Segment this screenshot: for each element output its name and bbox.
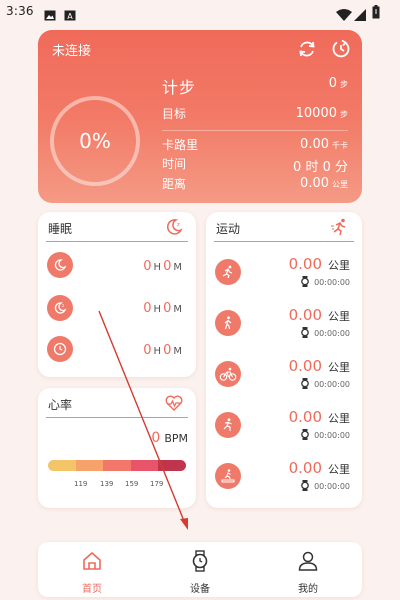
- status-time: 3:36: [6, 4, 34, 18]
- heartbeat-icon: [164, 393, 184, 413]
- zone-5: [158, 460, 186, 471]
- app-notification-icon: A: [64, 6, 76, 25]
- sport-row-4-value: 0.00 公里: [288, 408, 350, 426]
- zone-tick: 139: [100, 480, 114, 488]
- walk-sport-icon: [215, 310, 241, 336]
- zone-tick: 159: [125, 480, 139, 488]
- sport-title: 运动: [216, 222, 241, 236]
- watch-icon: [301, 480, 309, 493]
- awake-clock-icon: [47, 336, 73, 362]
- moon-icon: z: [164, 217, 184, 237]
- distance-label: 距离: [162, 177, 187, 191]
- sleep-card[interactable]: 睡眠 z 0H0M z 0H0M 0H0M: [38, 212, 196, 377]
- heart-rate-card[interactable]: 心率 0 BPM 119 139 159 179: [38, 388, 196, 508]
- battery-icon: [372, 4, 380, 23]
- title-underline: [46, 241, 188, 242]
- home-icon: [83, 552, 101, 570]
- running-icon: [330, 217, 350, 237]
- heart-rate-zone-bar: [48, 460, 186, 471]
- nav-home-label: 首页: [82, 584, 102, 595]
- sport-card[interactable]: 运动 0.00 公里 00:00:00 0.00 公里 00:00:00 0.00 公…: [206, 212, 362, 508]
- image-notification-icon: [44, 6, 56, 25]
- watch-device-icon: [192, 550, 208, 572]
- progress-percent: 0%: [79, 129, 111, 153]
- heart-rate-title: 心率: [48, 398, 73, 412]
- connection-status: 未连接: [52, 44, 92, 59]
- treadmill-sport-icon: [215, 463, 241, 489]
- title-underline: [214, 241, 354, 242]
- zone-3: [103, 460, 131, 471]
- watch-icon: [301, 327, 309, 340]
- nav-device[interactable]: 设备: [170, 548, 230, 595]
- divider: [162, 130, 348, 131]
- calories-label: 卡路里: [162, 138, 199, 152]
- history-button[interactable]: [330, 38, 352, 60]
- goal-value: 10000 步: [295, 106, 348, 121]
- svg-text:A: A: [67, 12, 73, 21]
- steps-value: 0步: [328, 76, 348, 91]
- nav-profile[interactable]: 我的: [278, 548, 338, 595]
- sleep-row-2-value: 0H0M: [143, 301, 182, 316]
- run-sport-icon: [215, 259, 241, 285]
- time-value: 0 时 0 分: [293, 160, 348, 175]
- sport-row-3-duration: 00:00:00: [301, 378, 350, 391]
- goal-label: 目标: [162, 107, 187, 121]
- nav-device-label: 设备: [190, 584, 210, 595]
- svg-text:z: z: [177, 222, 180, 228]
- deep-sleep-icon: [47, 252, 73, 278]
- sport-row-1-duration: 00:00:00: [301, 276, 350, 289]
- step-summary-card: 未连接 0% 计步 0步 目标 10000 步 卡路里 0.00 千卡 时间 0 时…: [38, 30, 362, 203]
- sync-button[interactable]: [296, 38, 318, 60]
- sleep-row-1-value: 0H0M: [143, 259, 182, 274]
- sport-row-5-duration: 00:00:00: [301, 480, 350, 493]
- wifi-icon: [336, 6, 352, 25]
- watch-icon: [301, 429, 309, 442]
- heart-rate-value: 0 BPM: [151, 430, 188, 446]
- bottom-navigation: 首页 设备 我的: [38, 542, 362, 597]
- sport-row-4-duration: 00:00:00: [301, 429, 350, 442]
- distance-value: 0.00 公里: [300, 176, 348, 191]
- climb-sport-icon: [215, 412, 241, 438]
- sport-row-5-value: 0.00 公里: [288, 459, 350, 477]
- sport-row-2-duration: 00:00:00: [301, 327, 350, 340]
- nav-profile-label: 我的: [298, 584, 318, 595]
- zone-2: [75, 460, 104, 471]
- zone-1: [48, 460, 76, 471]
- light-sleep-icon: z: [47, 295, 73, 321]
- user-icon: [298, 551, 318, 571]
- svg-text:z: z: [62, 303, 64, 308]
- cycling-sport-icon: [215, 361, 241, 387]
- nav-home[interactable]: 首页: [62, 548, 122, 595]
- zone-tick: 179: [150, 480, 164, 488]
- zone-4: [130, 460, 159, 471]
- clock-arrow-icon: [332, 39, 350, 58]
- refresh-icon: [299, 41, 315, 57]
- sport-row-1-value: 0.00 公里: [288, 255, 350, 273]
- zone-tick: 119: [74, 480, 88, 488]
- sport-row-2-value: 0.00 公里: [288, 306, 350, 324]
- time-label: 时间: [162, 157, 187, 171]
- calories-value: 0.00 千卡: [300, 137, 348, 152]
- signal-icon: [354, 6, 366, 25]
- status-bar: 3:36 A: [0, 0, 400, 26]
- sleep-row-3-value: 0H0M: [143, 343, 182, 358]
- title-underline: [46, 417, 188, 418]
- steps-label: 计步: [162, 78, 197, 97]
- watch-icon: [301, 378, 309, 391]
- sport-row-3-value: 0.00 公里: [288, 357, 350, 375]
- watch-icon: [301, 276, 309, 289]
- sleep-title: 睡眠: [48, 222, 73, 236]
